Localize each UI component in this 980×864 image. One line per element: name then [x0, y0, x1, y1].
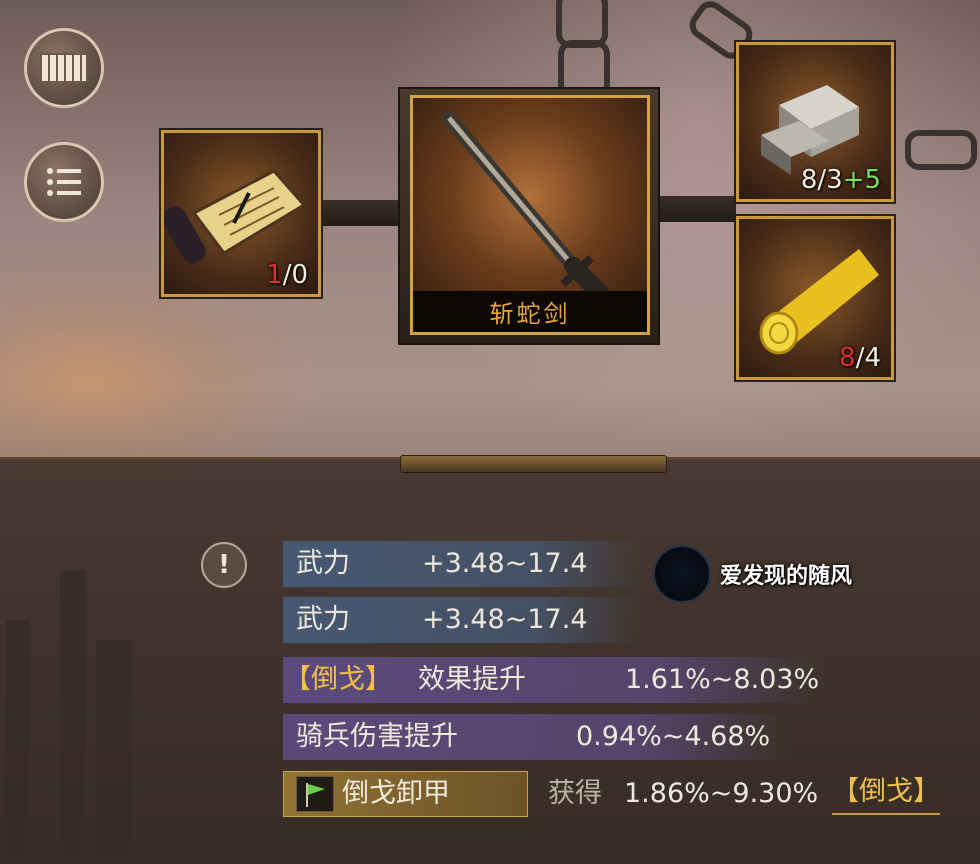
- material-connector: [320, 200, 400, 226]
- codex-scroll-button[interactable]: [24, 28, 104, 108]
- stat-value: 0.94%~4.68%: [576, 721, 771, 752]
- weapon-name-bar: 斩蛇剑: [413, 291, 647, 332]
- stat-value: +3.48~17.4: [422, 604, 588, 635]
- material-count: 8/4: [839, 343, 881, 373]
- flag-icon: [296, 776, 334, 812]
- stat-value: +3.48~17.4: [422, 548, 588, 579]
- material-slot-silver[interactable]: 8/3+5: [734, 40, 896, 204]
- stat-label: 武力: [296, 604, 350, 635]
- material-slot-scroll[interactable]: 1/0: [159, 128, 323, 299]
- material-count: 1/0: [266, 260, 308, 290]
- special-tag-link[interactable]: 【倒戈】: [832, 771, 940, 815]
- exclamation-icon: !: [218, 550, 230, 580]
- list-icon: [47, 168, 81, 196]
- info-alert-button[interactable]: !: [201, 542, 247, 588]
- author-watermark: 爱发现的随风: [720, 564, 853, 589]
- stat-label: 效果提升: [418, 664, 526, 695]
- special-value: 1.86%~9.30%: [624, 778, 819, 809]
- material-slot-gold-wood[interactable]: 8/4: [734, 214, 896, 382]
- weapon-name: 斩蛇剑: [489, 300, 571, 328]
- stat-label: 武力: [296, 548, 350, 579]
- stat-value: 1.61%~8.03%: [625, 664, 820, 695]
- list-menu-button[interactable]: [24, 142, 104, 222]
- material-connector: [658, 196, 736, 222]
- stat-label: 骑兵伤害提升: [296, 721, 458, 752]
- special-skill-name: 倒戈卸甲: [342, 778, 450, 809]
- scroll-book-icon: [40, 53, 88, 83]
- material-count: 8/3+5: [800, 165, 881, 195]
- special-prefix: 获得: [548, 778, 602, 809]
- hanging-chain: [905, 130, 977, 170]
- stat-tag-link[interactable]: 【倒戈】: [284, 657, 392, 703]
- author-avatar: [653, 545, 711, 603]
- panel-ornament: [400, 455, 667, 473]
